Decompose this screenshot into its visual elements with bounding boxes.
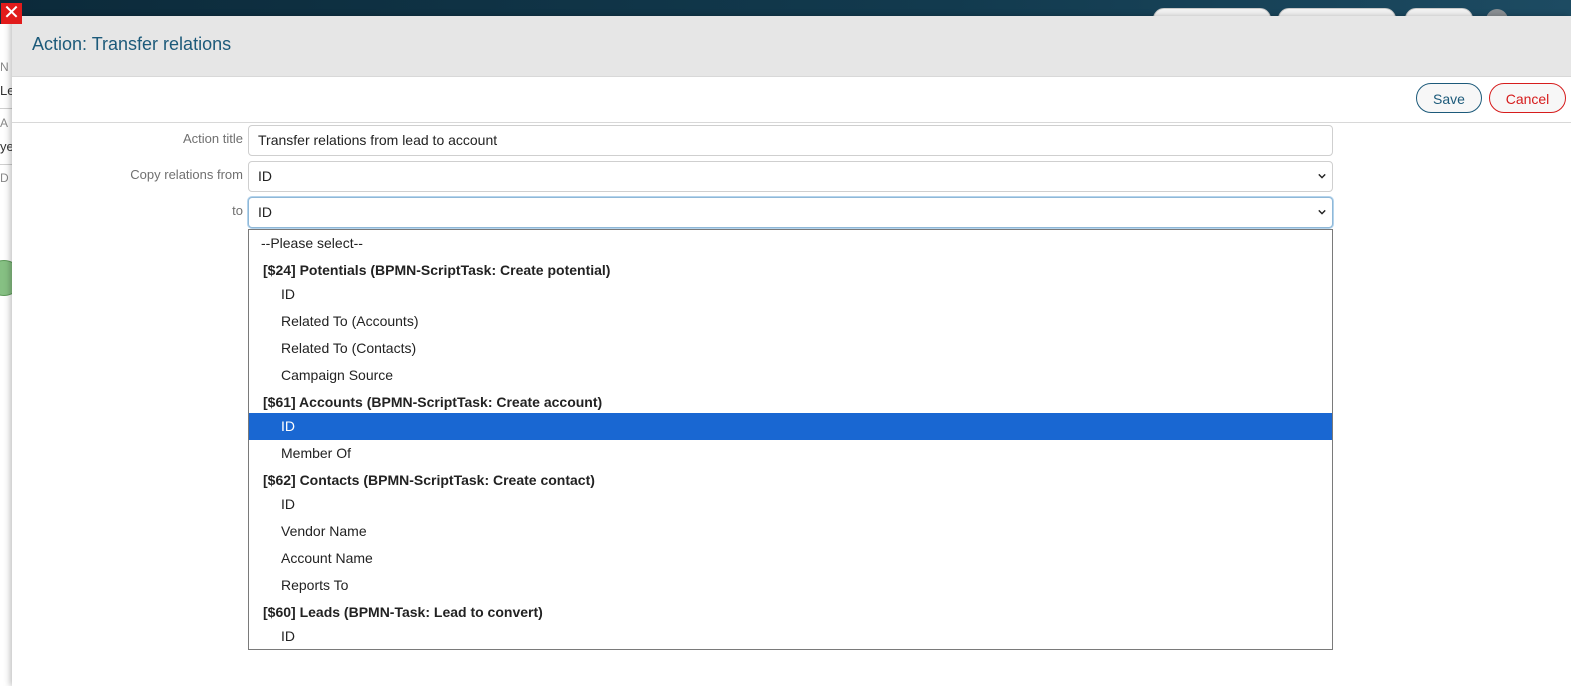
dropdown-option[interactable]: Related To (Contacts): [249, 335, 1332, 362]
dropdown-option[interactable]: Related To (Accounts): [249, 308, 1332, 335]
dropdown-group-header: [$60] Leads (BPMN-Task: Lead to convert): [263, 604, 543, 620]
to-select[interactable]: ID: [248, 197, 1333, 228]
dropdown-option[interactable]: Vendor Name: [249, 518, 1332, 545]
dropdown-option-selected[interactable]: ID: [249, 413, 1332, 440]
copy-from-value: ID: [258, 168, 272, 184]
dropdown-group-header: [$61] Accounts (BPMN-ScriptTask: Create …: [263, 394, 603, 410]
chevron-down-icon: [1318, 209, 1326, 215]
action-title-label: Action title: [183, 131, 243, 146]
dropdown-option[interactable]: --Please select--: [249, 230, 1332, 257]
copy-from-label: Copy relations from: [130, 167, 243, 182]
dropdown-option[interactable]: Campaign Source: [249, 362, 1332, 389]
action-title-input[interactable]: Transfer relations from lead to account: [248, 125, 1333, 156]
dropdown-option[interactable]: ID: [249, 623, 1332, 650]
dropdown-option[interactable]: ID: [249, 281, 1332, 308]
bg-text-fragment: D: [0, 171, 9, 185]
status-circle: [0, 260, 12, 296]
dropdown-group-header: [$24] Potentials (BPMN-ScriptTask: Creat…: [263, 262, 611, 278]
action-modal: Action: Transfer relations Save Cancel A…: [12, 16, 1571, 686]
divider: [0, 164, 12, 165]
save-button[interactable]: Save: [1416, 83, 1482, 113]
divider: [0, 108, 12, 109]
modal-title: Action: Transfer relations: [32, 34, 232, 54]
dropdown-option[interactable]: Reports To: [249, 572, 1332, 599]
bg-text-fragment: Le: [0, 83, 12, 98]
to-value: ID: [258, 204, 272, 220]
copy-from-select[interactable]: ID: [248, 161, 1333, 192]
dropdown-option[interactable]: Member Of: [249, 440, 1332, 467]
modal-header: Action: Transfer relations: [12, 16, 1571, 77]
dropdown-option[interactable]: ID: [249, 491, 1332, 518]
cancel-button[interactable]: Cancel: [1489, 83, 1566, 113]
bg-text-fragment: ye: [0, 139, 12, 154]
to-label: to: [232, 203, 243, 218]
to-select-dropdown: --Please select-- [$24] Potentials (BPMN…: [248, 229, 1333, 650]
background-left-panel: N Le A ye D: [0, 24, 12, 686]
modal-toolbar: Save Cancel: [12, 77, 1571, 123]
close-icon[interactable]: ✕: [1, 3, 22, 24]
chevron-down-icon: [1318, 173, 1326, 179]
bg-text-fragment: N: [0, 60, 9, 74]
dropdown-option[interactable]: Account Name: [249, 545, 1332, 572]
dropdown-group-header: [$62] Contacts (BPMN-ScriptTask: Create …: [263, 472, 595, 488]
bg-text-fragment: A: [0, 116, 9, 130]
